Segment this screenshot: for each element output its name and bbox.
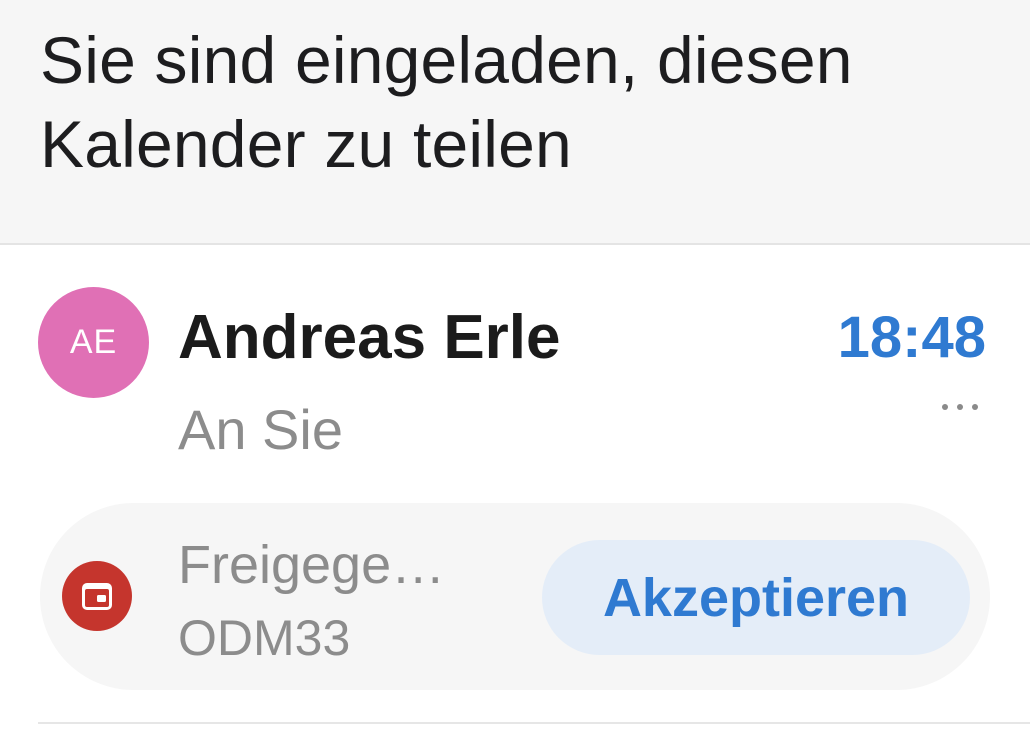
calendar-icon	[62, 561, 132, 631]
avatar-initials: AE	[69, 323, 118, 361]
more-options-button[interactable]	[942, 392, 978, 422]
accept-button[interactable]: Akzeptieren	[542, 540, 970, 655]
subject-header: Sie sind eingeladen, diesen Kalender zu …	[0, 0, 1030, 245]
divider	[38, 722, 1030, 724]
message-view: Sie sind eingeladen, diesen Kalender zu …	[0, 0, 1030, 750]
calendar-owner: ODM33	[178, 610, 351, 666]
calendar-name: Freigege…	[178, 535, 446, 595]
recipient-line[interactable]: An Sie	[178, 392, 343, 468]
sender-name[interactable]: Andreas Erle	[178, 298, 561, 378]
avatar[interactable]: AE	[38, 287, 149, 398]
subject-title: Sie sind eingeladen, diesen Kalender zu …	[40, 23, 853, 181]
sent-time: 18:48	[837, 305, 986, 370]
calendar-invite-card[interactable]: Freigege… ODM33 Akzeptieren	[40, 503, 990, 690]
accept-button-label: Akzeptieren	[602, 567, 910, 628]
ellipsis-icon	[942, 404, 948, 410]
